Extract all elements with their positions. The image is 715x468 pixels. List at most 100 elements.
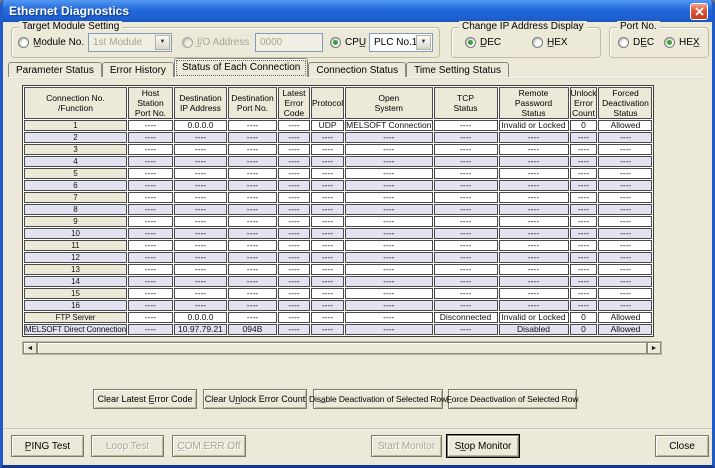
table-cell[interactable]: ----: [228, 216, 277, 227]
table-cell[interactable]: Allowed: [598, 120, 652, 131]
table-cell[interactable]: ----: [499, 240, 569, 251]
table-cell[interactable]: ----: [434, 204, 498, 215]
scroll-left-button[interactable]: ◄: [23, 342, 37, 354]
table-cell[interactable]: ----: [570, 288, 598, 299]
port-hex-radio[interactable]: HEX̲: [664, 35, 700, 50]
table-cell[interactable]: ----: [128, 264, 173, 275]
table-cell[interactable]: ----: [311, 168, 344, 179]
table-cell[interactable]: ----: [345, 144, 432, 155]
table-cell[interactable]: ----: [345, 288, 432, 299]
table-cell[interactable]: 0.0.0.0: [174, 120, 227, 131]
table-cell[interactable]: ----: [278, 156, 310, 167]
table-cell[interactable]: ----: [598, 144, 652, 155]
row-header[interactable]: 4: [24, 156, 127, 167]
table-cell[interactable]: ----: [570, 216, 598, 227]
table-cell[interactable]: ----: [278, 288, 310, 299]
table-cell[interactable]: ----: [499, 276, 569, 287]
table-cell[interactable]: ----: [345, 132, 432, 143]
table-cell[interactable]: ----: [174, 264, 227, 275]
table-cell[interactable]: ----: [570, 240, 598, 251]
table-cell[interactable]: ----: [311, 228, 344, 239]
table-cell[interactable]: ----: [345, 324, 432, 335]
table-cell[interactable]: ----: [434, 156, 498, 167]
cpu-radio[interactable]: CPU̲: [330, 35, 366, 50]
table-cell[interactable]: ----: [128, 240, 173, 251]
table-cell[interactable]: ----: [570, 300, 598, 311]
force-deactivation-button[interactable]: F̲orce Deactivation of Selected Row: [448, 389, 577, 409]
row-header[interactable]: 8: [24, 204, 127, 215]
title-bar[interactable]: Ethernet Diagnostics: [3, 0, 712, 22]
table-cell[interactable]: ----: [174, 168, 227, 179]
table-cell[interactable]: ----: [598, 228, 652, 239]
table-cell[interactable]: ----: [311, 216, 344, 227]
table-cell[interactable]: ----: [278, 144, 310, 155]
table-cell[interactable]: ----: [434, 120, 498, 131]
table-cell[interactable]: ----: [128, 192, 173, 203]
table-cell[interactable]: ----: [228, 168, 277, 179]
table-cell[interactable]: ----: [570, 192, 598, 203]
table-cell[interactable]: ----: [228, 156, 277, 167]
table-cell[interactable]: ----: [434, 252, 498, 263]
tab-time-setting-status[interactable]: Time Setting Status: [406, 62, 509, 78]
table-cell[interactable]: ----: [311, 144, 344, 155]
table-horizontal-scrollbar[interactable]: ◄ ►: [22, 341, 662, 355]
clear-unlock-error-count-button[interactable]: Clear Un̲lock Error Count: [203, 389, 307, 409]
table-cell[interactable]: ----: [345, 216, 432, 227]
table-cell[interactable]: ----: [434, 228, 498, 239]
table-cell[interactable]: ----: [128, 180, 173, 191]
table-cell[interactable]: ----: [570, 168, 598, 179]
table-cell[interactable]: Invalid or Locked: [499, 312, 569, 323]
table-cell[interactable]: ----: [311, 132, 344, 143]
table-cell[interactable]: ----: [311, 192, 344, 203]
table-cell[interactable]: ----: [311, 312, 344, 323]
table-cell[interactable]: ----: [345, 204, 432, 215]
scroll-right-button[interactable]: ►: [647, 342, 661, 354]
table-cell[interactable]: ----: [278, 204, 310, 215]
table-cell[interactable]: ----: [598, 276, 652, 287]
row-header[interactable]: 6: [24, 180, 127, 191]
table-cell[interactable]: ----: [499, 192, 569, 203]
table-cell[interactable]: ----: [278, 216, 310, 227]
table-cell[interactable]: ----: [434, 288, 498, 299]
table-cell[interactable]: ----: [228, 240, 277, 251]
table-cell[interactable]: ----: [228, 180, 277, 191]
table-cell[interactable]: ----: [499, 132, 569, 143]
table-cell[interactable]: ----: [228, 144, 277, 155]
table-cell[interactable]: Allowed: [598, 312, 652, 323]
row-header[interactable]: 1: [24, 120, 127, 131]
table-cell[interactable]: ----: [345, 156, 432, 167]
table-cell[interactable]: ----: [278, 264, 310, 275]
ip-dec-radio[interactable]: D̲EC: [465, 35, 501, 50]
row-header[interactable]: 13: [24, 264, 127, 275]
table-cell[interactable]: ----: [570, 204, 598, 215]
row-header[interactable]: 12: [24, 252, 127, 263]
row-header[interactable]: MELSOFT Direct Connection: [24, 324, 127, 335]
module-no-radio[interactable]: M̲odule No.: [18, 35, 84, 50]
stop-monitor-button[interactable]: St̲op Monitor: [447, 435, 519, 457]
table-cell[interactable]: ----: [434, 144, 498, 155]
table-cell[interactable]: 0.0.0.0: [174, 312, 227, 323]
ip-hex-radio[interactable]: H̲EX: [532, 35, 568, 50]
table-cell[interactable]: ----: [570, 144, 598, 155]
table-cell[interactable]: ----: [311, 288, 344, 299]
table-cell[interactable]: Allowed: [598, 324, 652, 335]
table-cell[interactable]: ----: [434, 300, 498, 311]
table-cell[interactable]: ----: [128, 132, 173, 143]
table-cell[interactable]: ----: [499, 228, 569, 239]
table-cell[interactable]: ----: [345, 192, 432, 203]
row-header[interactable]: 10: [24, 228, 127, 239]
port-dec-radio[interactable]: DE̲C: [618, 35, 654, 50]
table-cell[interactable]: 094B: [228, 324, 277, 335]
close-button[interactable]: Close: [655, 435, 709, 457]
table-cell[interactable]: ----: [598, 156, 652, 167]
table-cell[interactable]: ----: [570, 132, 598, 143]
table-cell[interactable]: 0: [570, 120, 598, 131]
table-cell[interactable]: ----: [434, 132, 498, 143]
table-cell[interactable]: ----: [278, 168, 310, 179]
table-cell[interactable]: ----: [278, 240, 310, 251]
table-cell[interactable]: ----: [311, 324, 344, 335]
table-cell[interactable]: ----: [311, 264, 344, 275]
table-cell[interactable]: ----: [174, 276, 227, 287]
table-cell[interactable]: ----: [278, 324, 310, 335]
table-cell[interactable]: ----: [174, 156, 227, 167]
